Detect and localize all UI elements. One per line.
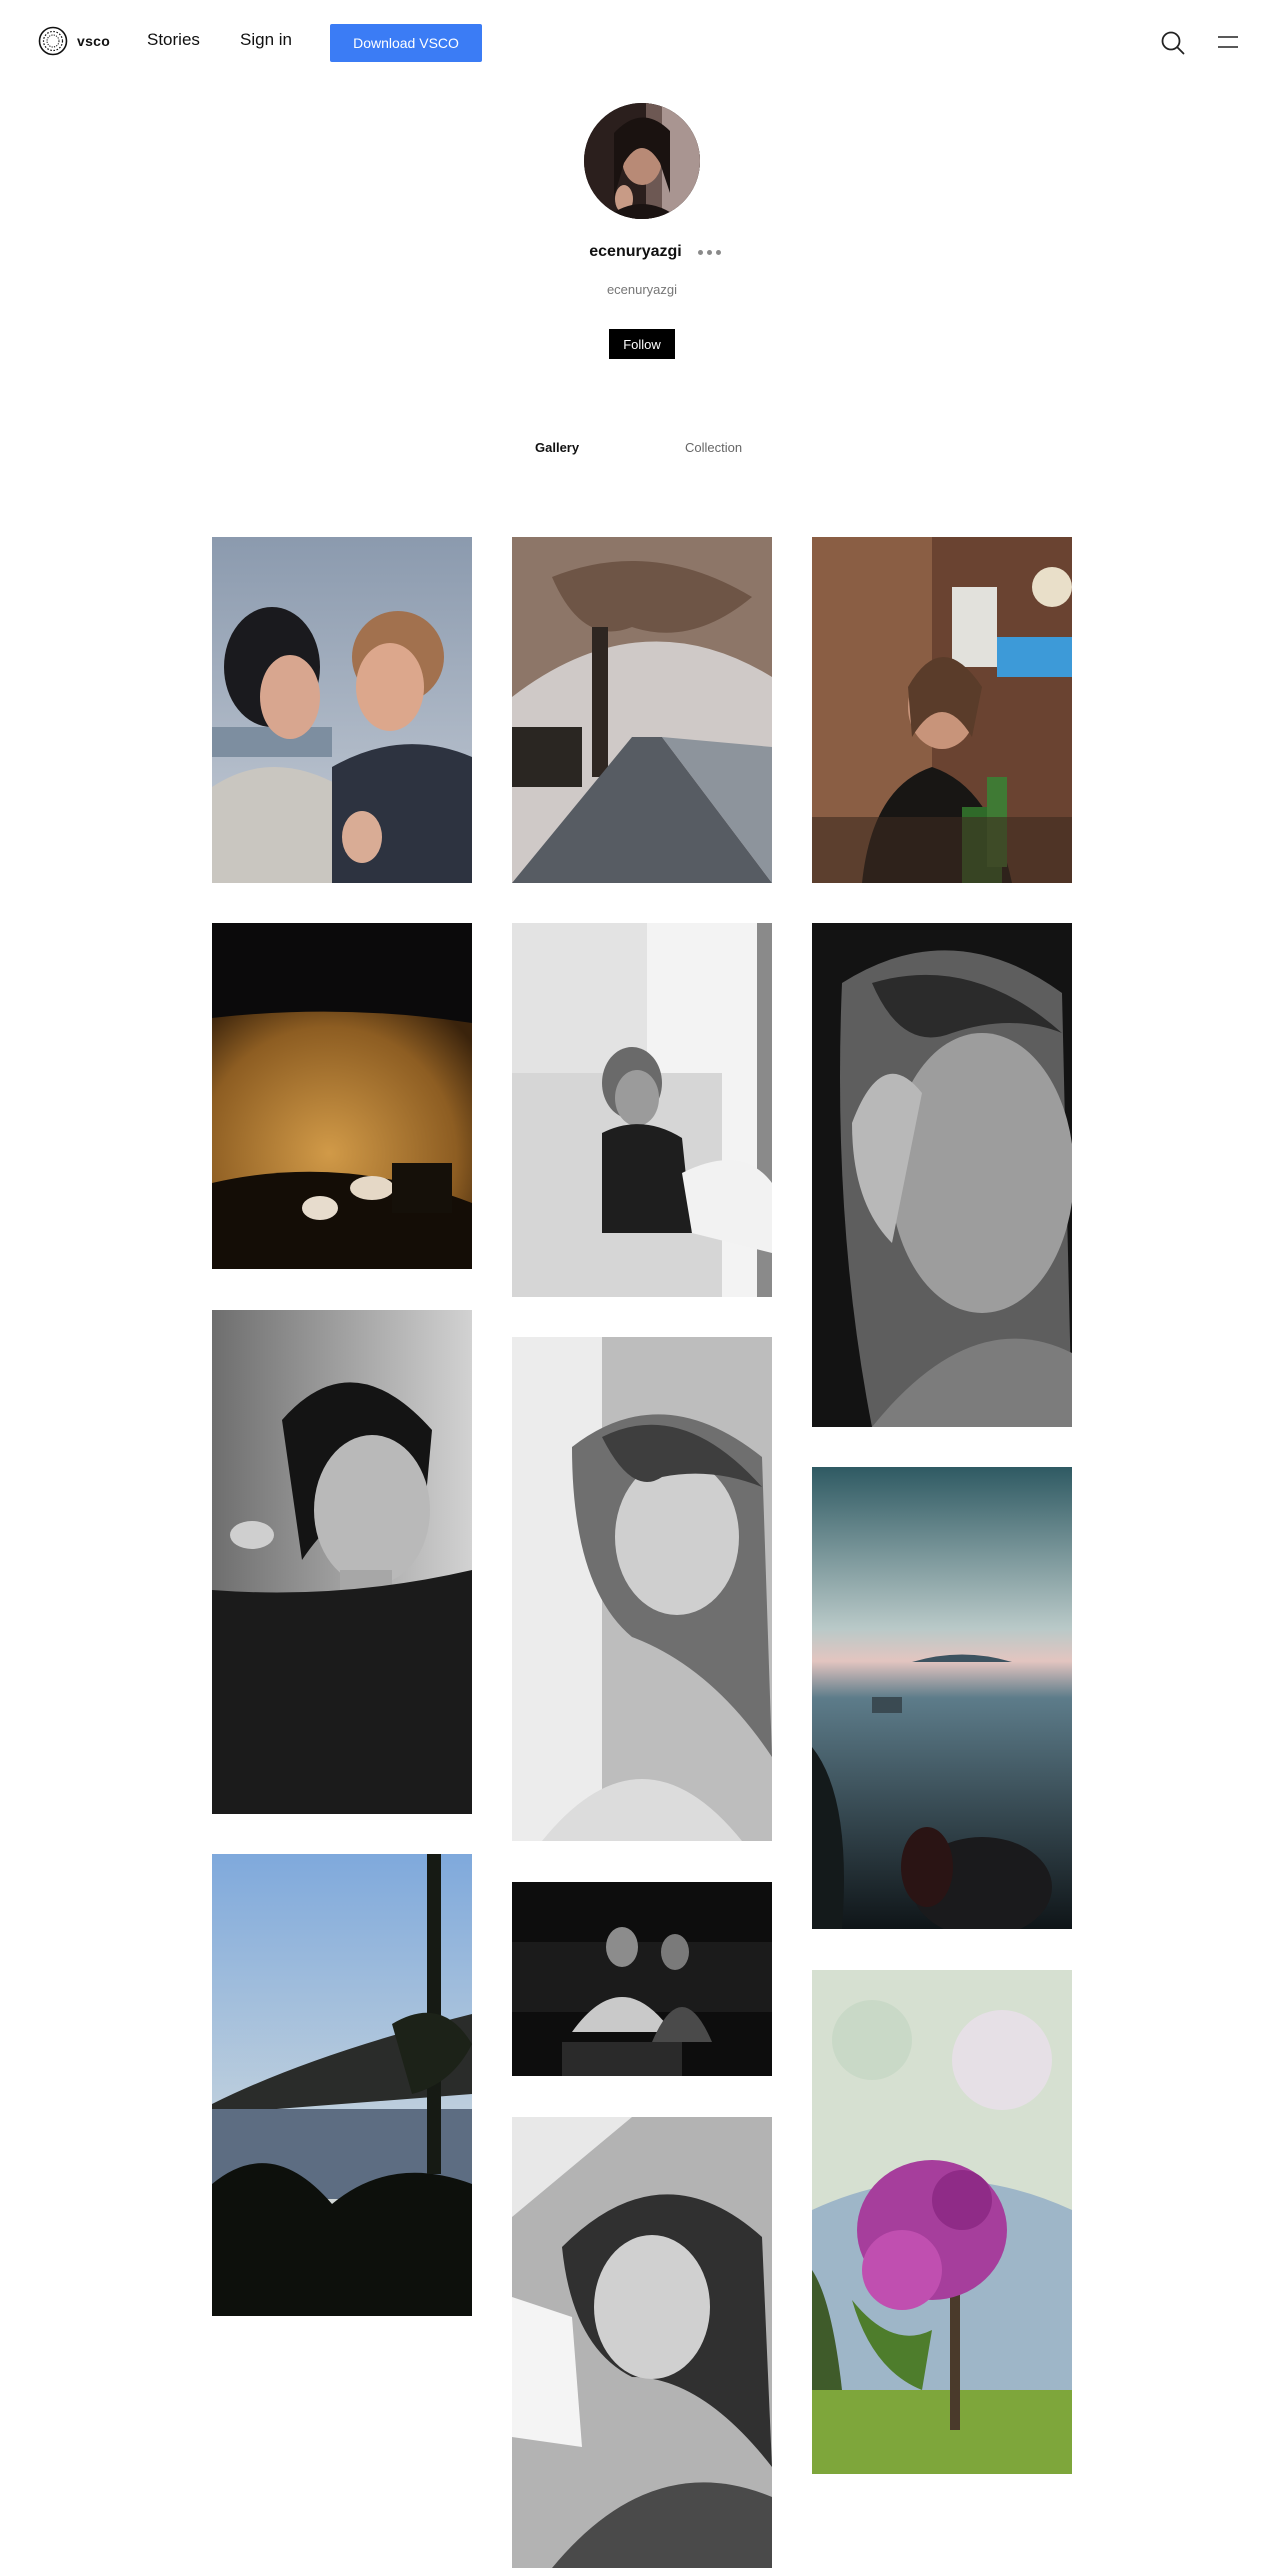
search-icon[interactable] [1160,30,1186,56]
username-row: ecenuryazgi [0,243,1284,261]
profile-username: ecenuryazgi [589,243,682,260]
vsco-logo-icon [38,26,68,56]
gallery-photo[interactable] [212,923,472,1269]
gallery-photo[interactable] [812,537,1072,883]
profile-avatar[interactable] [584,103,700,219]
gallery-photo[interactable] [512,1882,772,2076]
gallery-photo[interactable] [812,1467,1072,1929]
nav-signin-link[interactable]: Sign in [240,30,292,50]
profile-handle: ecenuryazgi [606,282,678,297]
gallery-photo[interactable] [212,537,472,883]
menu-icon[interactable] [1216,32,1240,52]
vsco-logo[interactable]: vsco [38,26,110,56]
gallery-photo[interactable] [212,1310,472,1814]
tab-collection[interactable]: Collection [685,440,742,455]
gallery-photo[interactable] [512,2117,772,2568]
gallery-photo[interactable] [212,1854,472,2316]
more-options-icon[interactable] [697,246,721,259]
gallery-photo[interactable] [512,537,772,883]
follow-button[interactable]: Follow [609,329,675,359]
gallery-photo[interactable] [812,923,1072,1427]
logo-text: vsco [77,33,111,49]
tab-gallery[interactable]: Gallery [535,440,579,455]
nav-stories-link[interactable]: Stories [147,30,200,50]
gallery-photo[interactable] [512,923,772,1297]
gallery-photo[interactable] [512,1337,772,1841]
gallery-photo[interactable] [812,1970,1072,2474]
download-vsco-button[interactable]: Download VSCO [330,24,482,62]
top-nav-bar: vsco Stories Sign in Download VSCO [0,0,1284,86]
